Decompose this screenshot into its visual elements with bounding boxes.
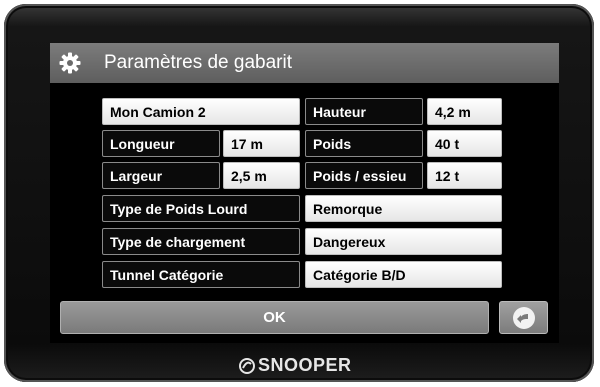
screen: Paramètres de gabarit Mon Camion 2 Haute… — [50, 43, 559, 343]
hauteur-value[interactable]: 4,2 m — [427, 98, 502, 125]
tunnel-categorie-label: Tunnel Catégorie — [102, 261, 300, 288]
largeur-value[interactable]: 2,5 m — [223, 162, 300, 189]
tunnel-categorie-value[interactable]: Catégorie B/D — [305, 261, 502, 288]
type-chargement-value[interactable]: Dangereux — [305, 228, 502, 255]
page-title: Paramètres de gabarit — [104, 52, 292, 73]
poids-essieu-label: Poids / essieu — [305, 162, 423, 189]
hauteur-label: Hauteur — [305, 98, 423, 125]
poids-label: Poids — [305, 130, 423, 157]
snooper-logo: SNOOPER — [239, 354, 369, 376]
gear-icon[interactable] — [59, 52, 81, 74]
device-frame: Paramètres de gabarit Mon Camion 2 Haute… — [4, 4, 594, 382]
ok-button[interactable]: OK — [60, 301, 489, 334]
type-poids-lourd-label: Type de Poids Lourd — [102, 195, 300, 222]
back-button[interactable] — [499, 301, 548, 334]
largeur-label: Largeur — [102, 162, 220, 189]
back-arrow-icon — [513, 307, 535, 329]
type-chargement-label: Type de chargement — [102, 228, 300, 255]
poids-value[interactable]: 40 t — [427, 130, 502, 157]
profile-name-field[interactable]: Mon Camion 2 — [102, 98, 300, 125]
poids-essieu-value[interactable]: 12 t — [427, 162, 502, 189]
snooper-logo-icon — [239, 357, 255, 374]
type-poids-lourd-value[interactable]: Remorque — [305, 195, 502, 222]
longueur-label: Longueur — [102, 130, 220, 157]
longueur-value[interactable]: 17 m — [223, 130, 300, 157]
brand-text: SNOOPER — [258, 355, 352, 375]
title-bar: Paramètres de gabarit — [50, 43, 559, 83]
